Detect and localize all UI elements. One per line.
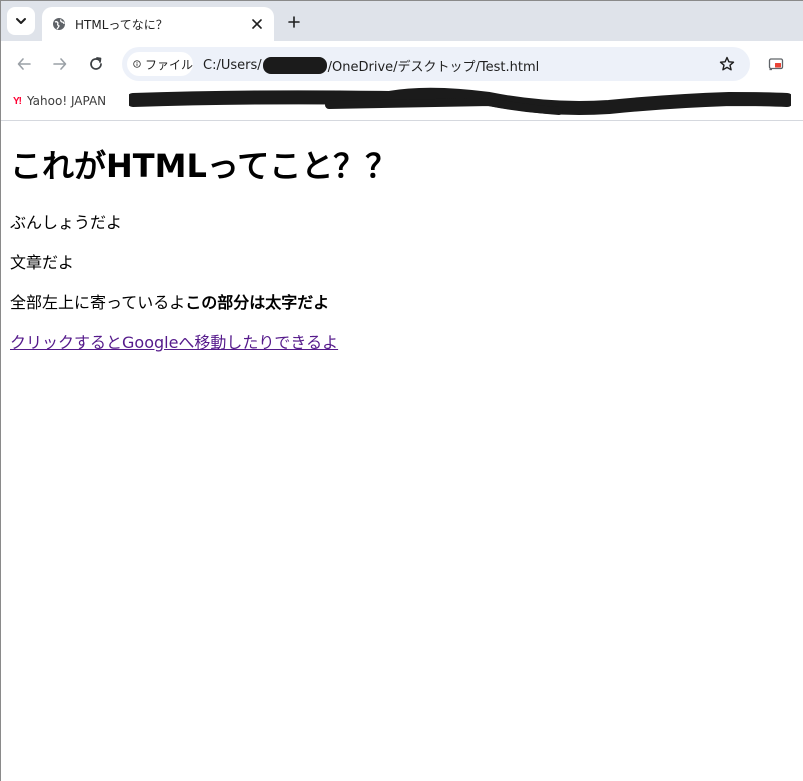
address-bar[interactable]: ファイル C:/Users/ /OneDrive/デスクトップ/Test.htm… (122, 47, 750, 81)
paragraph-3-normal: 全部左上に寄っているよ (10, 293, 186, 312)
toolbar: ファイル C:/Users/ /OneDrive/デスクトップ/Test.htm… (1, 41, 803, 87)
redacted-username (262, 57, 327, 74)
bookmark-label: Yahoo! JAPAN (27, 94, 107, 108)
close-icon[interactable] (248, 15, 266, 33)
google-link[interactable]: クリックするとGoogleへ移動したりできるよ (10, 332, 338, 354)
bookmarks-bar: Y! Yahoo! JAPAN (1, 87, 803, 121)
browser-window: HTMLってなに？ ファイル C:/Users/ /OneDrive/デスクトッ… (0, 0, 803, 781)
bookmark-yahoo[interactable]: Y! Yahoo! JAPAN (13, 94, 106, 108)
page-content: これがHTMLってこと？？ ぶんしょうだよ 文章だよ 全部左上に寄っているよこの… (1, 122, 803, 781)
paragraph-3-bold: この部分は太字だよ (185, 293, 330, 312)
plus-icon (288, 16, 300, 28)
globe-icon (52, 17, 66, 31)
chevron-down-icon (16, 18, 26, 24)
arrow-left-icon (17, 58, 31, 70)
arrow-right-icon (53, 58, 67, 70)
redacted-bookmarks (129, 87, 791, 115)
site-info-chip[interactable]: ファイル (127, 52, 193, 76)
tab-title: HTMLってなに？ (75, 17, 168, 32)
paragraph-2: 文章だよ (10, 253, 75, 272)
page-title: これがHTMLってこと？？ (10, 147, 398, 185)
paragraph-3: 全部左上に寄っているよこの部分は太字だよ (10, 292, 329, 314)
bookmark-star-button[interactable] (718, 55, 736, 73)
cast-icon (768, 58, 784, 71)
paragraph-1: ぶんしょうだよ (10, 213, 123, 232)
active-tab[interactable]: HTMLってなに？ (42, 7, 274, 41)
yahoo-icon: Y! (13, 95, 22, 107)
url-prefix: C:/Users/ (203, 58, 262, 73)
info-icon (133, 60, 141, 68)
cast-button[interactable] (765, 53, 787, 75)
url-text[interactable]: C:/Users/ /OneDrive/デスクトップ/Test.html (203, 56, 539, 75)
url-suffix: /OneDrive/デスクトップ/Test.html (327, 60, 540, 75)
site-chip-label: ファイル (144, 57, 193, 72)
tab-strip: HTMLってなに？ (1, 1, 803, 41)
forward-button[interactable] (48, 52, 72, 76)
reload-button[interactable] (84, 52, 108, 76)
tab-search-button[interactable] (7, 7, 35, 35)
star-icon (719, 56, 735, 71)
new-tab-button[interactable] (283, 11, 305, 33)
reload-icon (90, 57, 102, 70)
back-button[interactable] (12, 52, 36, 76)
